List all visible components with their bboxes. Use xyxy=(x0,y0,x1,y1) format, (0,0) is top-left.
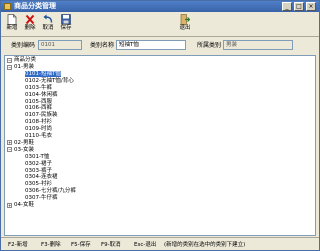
tree-expander[interactable]: + xyxy=(7,202,12,208)
name-field[interactable]: 短袖T恤 xyxy=(116,40,186,50)
tree-subcategory[interactable]: 0301-T恤 xyxy=(25,154,49,160)
tree-subcategory[interactable]: 0107-民族装 xyxy=(25,112,57,118)
parent-label: 所属类别 xyxy=(197,42,222,49)
app-icon xyxy=(4,3,11,10)
tree-subcategory[interactable]: 0101-短袖T恤 xyxy=(24,69,62,78)
status-bar: F2-新增 F3-删除 F5-保存 F9-取消 Esc-退出 (新增的类别在选中… xyxy=(1,237,319,250)
delete-button[interactable]: 删除 xyxy=(22,14,38,34)
tree-subcategory[interactable]: 0110-毛衣 xyxy=(25,133,52,139)
tree-expander[interactable]: − xyxy=(7,64,12,70)
tree-category[interactable]: 02-男鞋 xyxy=(14,140,34,146)
new-document-icon xyxy=(7,14,17,25)
status-hint: (新增的类别在选中的类别下建立) xyxy=(164,242,246,248)
maximize-button[interactable]: □ xyxy=(294,2,304,11)
tree-subcategory[interactable]: 0109-时尚 xyxy=(25,126,52,132)
tree-subcategory[interactable]: 0102-无袖T恤/背心 xyxy=(25,78,74,84)
window-title: 商品分类管理 xyxy=(14,2,56,10)
tree-subcategory[interactable]: 0106-西裤 xyxy=(25,105,52,111)
save-label: 保存 xyxy=(60,25,72,31)
status-esc: Esc-退出 xyxy=(134,242,157,248)
tree-subcategory[interactable]: 0304-连衣裙 xyxy=(25,174,57,180)
tree-category[interactable]: 04-女鞋 xyxy=(14,202,34,208)
title-bar: 商品分类管理 _ □ × xyxy=(1,1,319,12)
tree-subcategory[interactable]: 0103-牛裤 xyxy=(25,85,52,91)
close-button[interactable]: × xyxy=(306,2,316,11)
parent-field[interactable]: 男装 xyxy=(223,40,293,50)
tree-subcategory[interactable]: 0306-七分裤/九分裤 xyxy=(25,188,76,194)
save-button[interactable]: 保存 xyxy=(58,14,74,34)
toolbar: 新增 删除 取消 保存 退出 xyxy=(1,12,319,37)
tree-root[interactable]: 商品分类 xyxy=(14,57,36,63)
tree-subcategory[interactable]: 0108-衬衫 xyxy=(25,119,52,125)
tree-expander[interactable]: − xyxy=(7,147,12,153)
tree-subcategory[interactable]: 0302-裙子 xyxy=(25,161,52,167)
status-f3: F3-删除 xyxy=(41,242,61,248)
status-f5: F5-保存 xyxy=(71,242,91,248)
exit-button[interactable]: 退出 xyxy=(177,14,193,34)
tree-category[interactable]: 01-男装 xyxy=(14,64,34,70)
delete-label: 删除 xyxy=(24,25,36,31)
exit-label: 退出 xyxy=(179,25,191,31)
tree-expander[interactable]: + xyxy=(7,140,12,146)
tree-category[interactable]: 03-女装 xyxy=(14,147,34,153)
code-label: 类别编码 xyxy=(11,42,36,49)
main-window: 商品分类管理 _ □ × 新增 删除 取消 保存 退出 类别编码 0101 类别… xyxy=(0,0,320,251)
exit-door-icon xyxy=(180,14,190,25)
cancel-button[interactable]: 取消 xyxy=(40,14,56,34)
category-form: 类别编码 0101 类别名称 短袖T恤 所属类别 男装 xyxy=(1,37,319,55)
tree-subcategory[interactable]: 0303-裤子 xyxy=(25,168,52,174)
tree-subcategory[interactable]: 0307-牛仔裤 xyxy=(25,195,57,201)
status-f9: F9-取消 xyxy=(101,242,121,248)
category-tree[interactable]: − 商品分类 −01-男装 0101-短袖T恤 0102-无袖T恤/背心 0103-牛… xyxy=(4,55,316,236)
root-expander[interactable]: − xyxy=(7,58,12,63)
cancel-label: 取消 xyxy=(42,25,54,31)
add-label: 新增 xyxy=(6,25,18,31)
floppy-disk-icon xyxy=(61,14,71,25)
undo-arrow-icon xyxy=(43,14,53,23)
status-f2: F2-新增 xyxy=(8,242,28,248)
tree-subcategory[interactable]: 0104-休闲裤 xyxy=(25,92,57,98)
minimize-button[interactable]: _ xyxy=(282,2,292,11)
name-label: 类别名称 xyxy=(90,42,115,49)
add-button[interactable]: 新增 xyxy=(4,14,20,34)
delete-x-icon xyxy=(25,14,35,25)
tree-subcategory[interactable]: 0305-衬衫 xyxy=(25,181,52,187)
tree-subcategory[interactable]: 0105-西服 xyxy=(25,99,52,105)
code-field[interactable]: 0101 xyxy=(38,40,82,50)
